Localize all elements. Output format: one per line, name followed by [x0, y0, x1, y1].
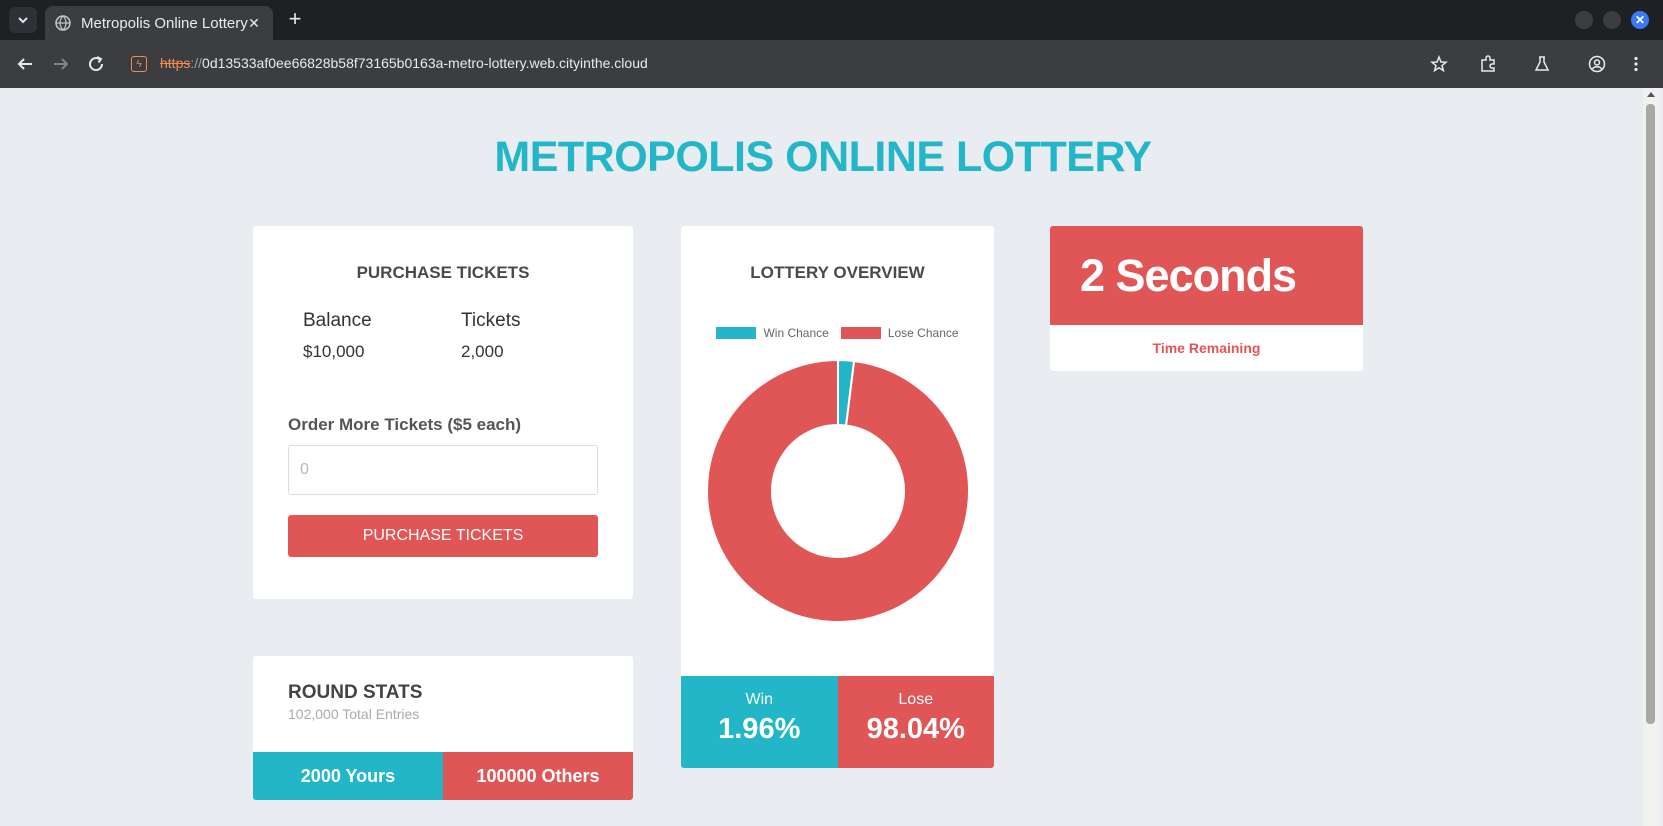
chevron-down-icon — [18, 17, 28, 24]
chart-legend: Win Chance Lose Chance — [681, 326, 994, 340]
donut-slice-lose-chance[interactable] — [706, 358, 970, 623]
round-stats-footer: 2000 Yours 100000 Others — [253, 752, 633, 800]
url-host: 0d13533af0ee66828b58f73165b0163a-metro-l… — [202, 55, 648, 71]
tickets-label: Tickets — [461, 310, 521, 331]
timer-banner: 2 Seconds — [1050, 226, 1363, 325]
total-entries: 102,000 Total Entries — [288, 706, 420, 722]
your-entries: 2000 Yours — [253, 752, 443, 800]
other-entries: 100000 Others — [443, 752, 633, 800]
extensions-icon[interactable] — [1476, 52, 1500, 76]
ticket-quantity-input[interactable] — [288, 445, 598, 495]
purchase-heading: PURCHASE TICKETS — [356, 263, 530, 282]
time-remaining-value: 2 Seconds — [1080, 250, 1297, 301]
odds-donut-chart — [706, 358, 970, 623]
tab-search-button[interactable] — [9, 7, 37, 33]
window-close-button[interactable]: ✕ — [1631, 11, 1649, 29]
back-icon[interactable] — [13, 52, 37, 76]
legend-item-lose[interactable]: Lose Chance — [840, 326, 959, 340]
lose-value: 98.04% — [866, 713, 965, 745]
minimize-button[interactable] — [1575, 11, 1593, 29]
round-stats-title: ROUND STATS — [288, 682, 423, 703]
lose-label: Lose — [898, 691, 934, 708]
page-title: METROPOLIS ONLINE LOTTERY — [494, 133, 1152, 181]
order-tickets-label: Order More Tickets ($5 each) — [288, 415, 522, 434]
purchase-tickets-button[interactable]: PURCHASE TICKETS — [288, 515, 598, 557]
forward-icon[interactable] — [49, 52, 73, 76]
browser-tab-bar: Metropolis Online Lottery ✕ + ✕ — [0, 0, 1663, 40]
purchase-card: PURCHASE TICKETS Balance $10,000 Tickets… — [253, 226, 633, 599]
overview-heading: LOTTERY OVERVIEW — [750, 263, 925, 282]
overview-card: LOTTERY OVERVIEW Win Chance Lose Chance … — [681, 226, 994, 768]
scroll-up-arrow[interactable] — [1647, 92, 1655, 97]
balance-value: $10,000 — [303, 342, 365, 361]
timer-card: 2 Seconds Time Remaining — [1050, 226, 1363, 371]
kebab-menu-icon[interactable] — [1624, 52, 1648, 76]
close-icon[interactable]: ✕ — [245, 14, 263, 32]
url-separator: :// — [190, 55, 203, 71]
legend-swatch-win — [716, 327, 757, 339]
url-scheme: https — [160, 55, 191, 71]
globe-icon — [55, 15, 71, 31]
maximize-button[interactable] — [1603, 11, 1621, 29]
win-odds-panel: Win 1.96% — [681, 676, 838, 768]
profile-icon[interactable] — [1585, 52, 1609, 76]
lose-odds-panel: Lose 98.04% — [837, 676, 994, 768]
tickets-value: 2,000 — [461, 342, 504, 361]
star-icon[interactable] — [1427, 52, 1451, 76]
overview-odds-footer: Win 1.96% Lose 98.04% — [681, 676, 994, 768]
legend-label-lose: Lose Chance — [887, 326, 959, 340]
site-info-icon[interactable]: ϟ — [131, 56, 147, 72]
page-scrollbar[interactable] — [1643, 88, 1660, 826]
tab-title: Metropolis Online Lottery — [81, 14, 248, 32]
win-label: Win — [745, 691, 774, 708]
win-value: 1.96% — [718, 713, 801, 745]
reload-icon[interactable] — [84, 52, 108, 76]
legend-item-win[interactable]: Win Chance — [716, 326, 829, 340]
time-remaining-label: Time Remaining — [1152, 340, 1261, 356]
legend-swatch-lose — [840, 327, 881, 339]
round-stats-card: ROUND STATS 102,000 Total Entries 2000 Y… — [253, 656, 633, 800]
url-text[interactable]: https://0d13533af0ee66828b58f73165b0163a… — [160, 55, 648, 71]
legend-label-win: Win Chance — [763, 326, 829, 340]
scroll-thumb[interactable] — [1646, 104, 1655, 724]
page-viewport: METROPOLIS ONLINE LOTTERY PURCHASE TICKE… — [3, 88, 1643, 826]
labs-icon[interactable] — [1530, 52, 1554, 76]
balance-label: Balance — [303, 310, 372, 331]
new-tab-button[interactable]: + — [284, 8, 306, 31]
browser-tab-active[interactable]: Metropolis Online Lottery ✕ — [45, 6, 273, 40]
